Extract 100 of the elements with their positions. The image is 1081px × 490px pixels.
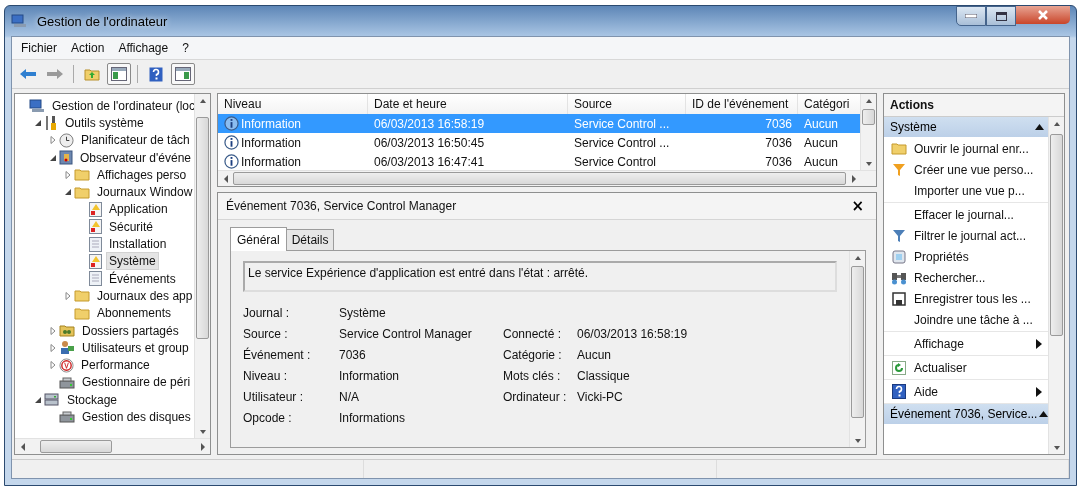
menu-item[interactable]: ? bbox=[177, 39, 194, 57]
section-header[interactable]: Événement 7036, Service... bbox=[884, 404, 1048, 424]
left-arrow-icon bbox=[19, 68, 37, 80]
panel-icon bbox=[111, 67, 127, 81]
vertical-scrollbar[interactable] bbox=[849, 251, 865, 447]
panel-icon bbox=[175, 67, 191, 81]
vertical-scrollbar[interactable] bbox=[194, 94, 210, 438]
tree-item[interactable]: Gestionnaire de péri bbox=[79, 373, 194, 392]
pane-command[interactable]: Importer une vue p... bbox=[884, 180, 1048, 201]
scroll-arrow-icon[interactable] bbox=[19, 442, 26, 451]
tab[interactable]: Détails bbox=[285, 229, 335, 250]
tree-item[interactable]: Observateur d'événe bbox=[77, 148, 194, 167]
scroll-arrow-icon[interactable] bbox=[1052, 120, 1061, 127]
info-icon bbox=[224, 135, 239, 150]
tree-item[interactable]: Stockage bbox=[64, 390, 121, 409]
menu-item[interactable]: Action bbox=[66, 39, 110, 57]
tree-item[interactable]: Planificateur de tâch bbox=[78, 131, 193, 150]
event-title: Événement 7036, Service Control Manager bbox=[226, 199, 457, 213]
minimize-button[interactable] bbox=[956, 6, 986, 26]
scrollbar-thumb[interactable] bbox=[40, 440, 112, 453]
table-row[interactable]: Information 06/03/2013 16:50:45 Service Control ... 7036 Aucun bbox=[218, 133, 860, 152]
funnel-icon bbox=[892, 162, 906, 177]
tree-item[interactable]: Système bbox=[106, 252, 159, 271]
pane-command[interactable]: Actualiser bbox=[884, 357, 1048, 378]
scroll-arrow-icon[interactable] bbox=[1052, 444, 1061, 451]
submenu-arrow-icon bbox=[1036, 338, 1042, 349]
menu-item[interactable]: Fichier bbox=[16, 39, 62, 57]
scroll-arrow-icon[interactable] bbox=[853, 254, 862, 261]
tree-item[interactable]: Installation bbox=[106, 235, 170, 254]
scroll-arrow-icon[interactable] bbox=[853, 437, 862, 444]
panel-toggle-button[interactable] bbox=[171, 63, 195, 85]
tree-item[interactable]: Dossiers partagés bbox=[79, 321, 182, 340]
table-row[interactable]: Information 06/03/2013 16:47:41 Service Control 7036 Aucun bbox=[218, 152, 860, 170]
pane-command[interactable]: Ouvrir le journal enr... bbox=[884, 138, 1048, 159]
table-cell-text: Service Control ... bbox=[573, 135, 671, 150]
field-label: Événement : bbox=[243, 347, 312, 362]
pane-command[interactable]: Effacer le journal... bbox=[884, 204, 1048, 225]
table-cell-text: Service Control ... bbox=[573, 116, 671, 131]
horizontal-scrollbar[interactable] bbox=[15, 438, 210, 454]
field-label: Connecté : bbox=[503, 326, 563, 341]
table-cell-text: 06/03/2013 16:58:19 bbox=[373, 116, 486, 131]
pane-command[interactable]: Propriétés bbox=[884, 246, 1048, 267]
field-value: Vicki-PC bbox=[577, 389, 624, 404]
scrollbar-thumb[interactable] bbox=[1050, 134, 1063, 336]
pane-command[interactable]: Joindre une tâche à ... bbox=[884, 309, 1048, 330]
tree-item[interactable]: Application bbox=[106, 200, 171, 219]
scroll-arrow-icon[interactable] bbox=[222, 174, 229, 183]
panel-toggle-button[interactable] bbox=[107, 63, 131, 85]
field-label: Journal : bbox=[243, 305, 291, 320]
tree-item[interactable]: Gestion des disques bbox=[79, 408, 194, 426]
tree-item[interactable]: Abonnements bbox=[94, 304, 175, 323]
horizontal-scrollbar[interactable] bbox=[218, 170, 876, 186]
tree-item[interactable]: Performance bbox=[78, 356, 153, 375]
table-cell-text: Aucun bbox=[803, 135, 840, 150]
tree-item[interactable]: Affichages perso bbox=[94, 165, 190, 184]
column-header[interactable]: Date et heure bbox=[368, 94, 568, 114]
actions-header: Actions bbox=[884, 94, 1064, 117]
pane-command[interactable]: Affichage bbox=[884, 333, 1048, 354]
column-header[interactable]: Niveau bbox=[218, 94, 368, 114]
log-icon bbox=[89, 236, 102, 252]
menu-item[interactable]: Affichage bbox=[113, 39, 174, 57]
tree-item[interactable]: Journaux des app bbox=[94, 286, 194, 305]
folder-icon bbox=[891, 142, 907, 155]
tree-item[interactable]: Sécurité bbox=[106, 217, 157, 236]
field-label: Catégorie : bbox=[503, 347, 563, 362]
field-value: Classique bbox=[577, 368, 631, 383]
table-cell-text: 7036 bbox=[764, 135, 793, 150]
field-label: Utilisateur : bbox=[243, 389, 305, 404]
table-cell: Information bbox=[241, 116, 302, 131]
close-button[interactable] bbox=[1016, 6, 1070, 24]
close-button[interactable]: × bbox=[847, 197, 868, 215]
table-cell-text: 7036 bbox=[764, 154, 793, 169]
column-header[interactable]: Source bbox=[568, 94, 686, 114]
table-cell-text: 7036 bbox=[764, 116, 793, 131]
vertical-scrollbar[interactable] bbox=[1048, 117, 1064, 454]
scrollbar-thumb[interactable] bbox=[233, 172, 846, 185]
tree-item[interactable]: Outils système bbox=[62, 113, 147, 132]
pane-command[interactable]: Rechercher... bbox=[884, 267, 1048, 288]
scroll-arrow-icon[interactable] bbox=[864, 97, 873, 104]
vertical-scrollbar[interactable] bbox=[860, 94, 876, 170]
maximize-button[interactable] bbox=[986, 6, 1016, 26]
tree-item[interactable]: Utilisateurs et group bbox=[79, 338, 192, 357]
pane-command[interactable]: Enregistrer tous les ... bbox=[884, 288, 1048, 309]
scrollbar-thumb[interactable] bbox=[196, 117, 209, 339]
pane-command[interactable]: Aide bbox=[884, 381, 1048, 402]
tree-item[interactable]: Gestion de l'ordinateur (loc bbox=[49, 96, 194, 115]
message-field[interactable]: Le service Expérience d'application est entré dans l'état : arrêté. bbox=[243, 261, 837, 292]
scrollbar-thumb[interactable] bbox=[851, 266, 864, 418]
tree-item[interactable]: Événements bbox=[106, 269, 179, 288]
field-label: Ordinateur : bbox=[503, 389, 568, 404]
tab[interactable]: Général bbox=[230, 227, 287, 251]
scroll-arrow-icon[interactable] bbox=[198, 97, 207, 104]
pane-command[interactable]: Créer une vue perso... bbox=[884, 159, 1048, 180]
tree-item[interactable]: Journaux Window bbox=[94, 183, 194, 202]
column-header[interactable]: ID de l'événement bbox=[686, 94, 798, 114]
pane-command[interactable]: Filtrer le journal act... bbox=[884, 225, 1048, 246]
field-value: 06/03/2013 16:58:19 bbox=[577, 326, 689, 341]
field-value: Système bbox=[339, 305, 387, 320]
scrollbar-thumb[interactable] bbox=[862, 109, 875, 125]
section-header[interactable]: Système bbox=[884, 117, 1048, 137]
